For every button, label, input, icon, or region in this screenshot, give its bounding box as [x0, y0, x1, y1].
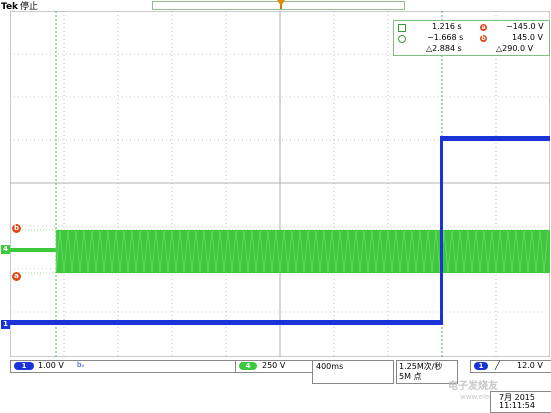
record-length: 5M 点 [399, 372, 422, 381]
cursor-a-volt: −145.0 V [506, 22, 544, 31]
cursor-b-volt: 145.0 V [512, 33, 543, 42]
trigger-settings-box[interactable]: 1 ╱ 12.0 V [470, 360, 551, 373]
ref-a-marker-icon[interactable]: a [12, 272, 21, 281]
ch4-scale: 250 V [262, 361, 286, 370]
ch4-marker-icon[interactable]: 4 [1, 245, 10, 254]
ch1-marker-icon[interactable]: 1 [1, 320, 10, 329]
ch1-trace-high [442, 136, 550, 141]
timebase-box[interactable]: 400ms [312, 360, 394, 384]
readout-row-a: 1.216 s a −145.0 V [394, 22, 549, 33]
ch1-settings-box[interactable]: 1 1.00 V bᵥ [10, 360, 237, 373]
circle-cursor-icon [398, 35, 406, 43]
watermark-logo: 电子发烧友 [448, 381, 498, 392]
ch1-badge-icon: 1 [14, 362, 34, 370]
timebase-value: 400ms [316, 362, 344, 371]
trigger-source-icon: 1 [474, 362, 488, 370]
ch1-bandwidth-icon: bᵥ [77, 361, 85, 369]
ch4-settings-box[interactable]: 4 250 V [235, 360, 313, 373]
square-cursor-icon [398, 24, 406, 32]
trigger-slope-icon: ╱ [495, 361, 500, 370]
delta-volt: △290.0 V [496, 44, 534, 53]
ch1-trace-low [10, 320, 442, 325]
readout-row-delta: △2.884 s △290.0 V [394, 44, 549, 55]
ch1-trace-edge [440, 136, 443, 325]
ch1-scale: 1.00 V [38, 361, 64, 370]
time: 11:11:54 [499, 401, 535, 410]
cursor-readout-panel: 1.216 s a −145.0 V −1.668 s b 145.0 V △2… [393, 20, 550, 56]
cursor-b-time: −1.668 s [427, 33, 464, 42]
graticule-center-axes [10, 11, 550, 357]
waveform-display[interactable] [10, 11, 550, 357]
datetime-box: 7月 2015 11:11:54 [490, 391, 551, 413]
ch4-waveform [10, 230, 550, 273]
cursor-a-badge-icon: a [480, 24, 487, 31]
delta-time: △2.884 s [426, 44, 462, 53]
cursor-b-badge-icon: b [480, 35, 487, 42]
cursor-a-time: 1.216 s [432, 22, 462, 31]
readout-row-b: −1.668 s b 145.0 V [394, 33, 549, 44]
trigger-level: 12.0 V [517, 361, 543, 370]
ch4-trace-pre [10, 248, 56, 252]
ch4-badge-icon: 4 [239, 362, 257, 370]
trigger-position-icon[interactable] [277, 0, 285, 6]
ref-b-marker-icon[interactable]: b [12, 224, 21, 233]
